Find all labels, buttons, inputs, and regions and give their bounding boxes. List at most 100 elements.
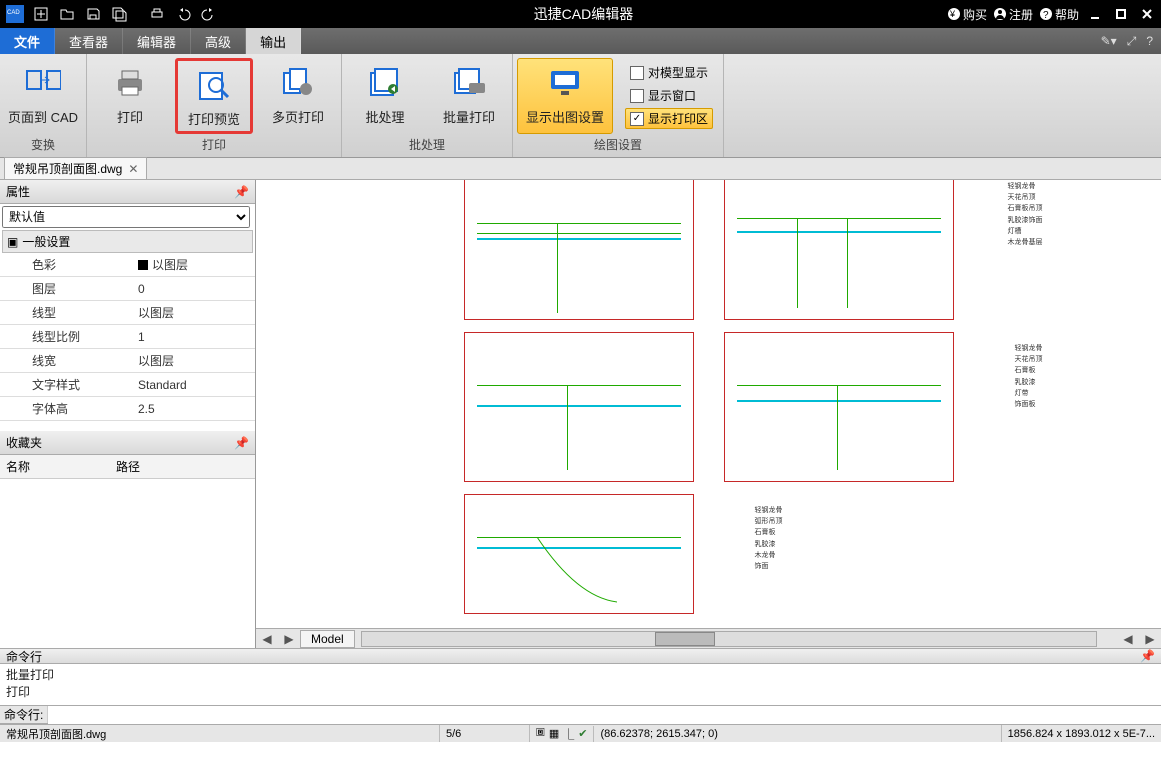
prop-row-lts[interactable]: 线型比例1: [0, 325, 255, 349]
help-icon[interactable]: ?: [1146, 34, 1153, 48]
opt-printzone-display[interactable]: ✓显示打印区: [625, 108, 713, 129]
drawing-tile: 轻钢龙骨天花吊顶石膏板吊顶乳胶漆饰面灯槽木龙骨基层: [724, 180, 954, 320]
buy-button[interactable]: ¥购买: [947, 6, 987, 23]
ribbon-group-batch: 批处理 批量打印 批处理: [342, 54, 513, 157]
group-batch-label: 批处理: [342, 134, 512, 157]
checkbox-icon: [630, 89, 644, 103]
batch-label: 批处理: [365, 107, 404, 126]
prop-row-textstyle[interactable]: 文字样式Standard: [0, 373, 255, 397]
opt-window-display[interactable]: 显示窗口: [625, 85, 713, 106]
document-tab-label: 常规吊顶剖面图.dwg: [13, 160, 122, 177]
status-filename: 常规吊顶剖面图.dwg: [0, 725, 440, 742]
model-tab[interactable]: Model: [300, 630, 355, 648]
document-tab[interactable]: 常规吊顶剖面图.dwg ✕: [4, 157, 147, 179]
monitor-icon: [547, 65, 583, 101]
prop-row-textheight[interactable]: 字体高2.5: [0, 397, 255, 421]
close-icon[interactable]: ✕: [128, 162, 138, 176]
opt-window-label: 显示窗口: [648, 87, 696, 104]
tab-file[interactable]: 文件: [0, 28, 55, 54]
redo-icon[interactable]: [198, 3, 220, 25]
status-extents: 1856.824 x 1893.012 x 5E-7...: [1002, 725, 1161, 742]
pin-icon[interactable]: 📌: [1140, 649, 1155, 663]
default-select[interactable]: 默认值: [2, 206, 250, 228]
saveall-icon[interactable]: [108, 3, 130, 25]
ribbon-end-icons: ✎▾ ⤢ ?: [1101, 28, 1161, 54]
batch-button[interactable]: 批处理: [346, 58, 424, 134]
command-history-line: 批量打印: [6, 666, 1155, 683]
printer-icon: [112, 65, 148, 101]
plot-display-options: 对模型显示 显示窗口 ✓显示打印区: [619, 58, 719, 134]
status-bar: 常规吊顶剖面图.dwg 5/6 🞖 ▦ ⎿ ✔ (86.62378; 2615.…: [0, 724, 1161, 742]
app-icon[interactable]: CAD: [4, 3, 26, 25]
command-input[interactable]: [48, 706, 1161, 724]
tab-viewer[interactable]: 查看器: [55, 28, 123, 54]
maximize-button[interactable]: [1111, 4, 1131, 24]
status-coords: (86.62378; 2615.347; 0): [594, 725, 1001, 742]
tab-prev-icon[interactable]: ◀: [256, 632, 278, 646]
properties-selector[interactable]: 默认值: [2, 206, 253, 228]
scroll-right-icon[interactable]: ▶: [1139, 632, 1161, 646]
fav-col-path[interactable]: 路径: [110, 455, 146, 478]
prop-row-linetype[interactable]: 线型以图层: [0, 301, 255, 325]
fav-col-name[interactable]: 名称: [0, 455, 110, 478]
tab-spacer: [301, 28, 1101, 54]
prop-row-lw[interactable]: 线宽以图层: [0, 349, 255, 373]
group-plot-label: 绘图设置: [513, 134, 723, 157]
open-icon[interactable]: [56, 3, 78, 25]
print-preview-button[interactable]: 打印预览: [175, 58, 253, 134]
grid-icon[interactable]: ▦: [549, 727, 559, 740]
close-button[interactable]: [1137, 4, 1157, 24]
scroll-left-icon[interactable]: ◀: [1117, 632, 1139, 646]
pin-icon[interactable]: 📌: [234, 436, 249, 450]
group-transform-label: 变换: [0, 134, 86, 157]
properties-header: 属性 📌: [0, 180, 255, 204]
plot-settings-button[interactable]: 显示出图设置: [517, 58, 613, 134]
drawing-tile: 轻钢龙骨天花吊顶石膏板乳胶漆灯带饰面板: [724, 332, 954, 482]
undo-icon[interactable]: [172, 3, 194, 25]
batch-print-button[interactable]: 批量打印: [430, 58, 508, 134]
ortho-icon[interactable]: ⎿: [563, 726, 574, 742]
drawing-tile: 轻钢龙骨石膏板乳胶漆木龙骨灯槽饰面板: [464, 332, 694, 482]
tab-output[interactable]: 输出: [246, 28, 301, 54]
buy-label: 购买: [963, 6, 987, 23]
document-tab-bar: 常规吊顶剖面图.dwg ✕: [0, 158, 1161, 180]
canvas-wrap: ━ ❐ ✕ 轻钢龙骨天花吊顶石膏板吊顶乳胶漆饰面木龙骨基层: [256, 180, 1161, 648]
general-section[interactable]: ▣ 一般设置: [2, 230, 253, 253]
opt-model-display[interactable]: 对模型显示: [625, 62, 713, 83]
page-to-cad-button[interactable]: 页面到 CAD: [4, 58, 82, 134]
quick-access-toolbar: CAD: [4, 3, 220, 25]
prop-row-layer[interactable]: 图层0: [0, 277, 255, 301]
multipage-print-button[interactable]: 多页打印: [259, 58, 337, 134]
tab-advanced[interactable]: 高级: [191, 28, 246, 54]
new-icon[interactable]: [30, 3, 52, 25]
print-button[interactable]: 打印: [91, 58, 169, 134]
save-icon[interactable]: [82, 3, 104, 25]
page-to-cad-label: 页面到 CAD: [8, 107, 78, 126]
drawing-tile: 轻钢龙骨天花吊顶石膏板吊顶乳胶漆饰面木龙骨基层: [464, 180, 694, 320]
tab-next-icon[interactable]: ▶: [278, 632, 300, 646]
tab-editor[interactable]: 编辑器: [123, 28, 191, 54]
opt-printzone-label: 显示打印区: [648, 110, 708, 127]
horizontal-scrollbar[interactable]: [361, 631, 1097, 647]
pin-icon[interactable]: 📌: [234, 185, 249, 199]
style-icon[interactable]: ✎▾: [1101, 34, 1117, 48]
command-input-row: 命令行:: [0, 706, 1161, 724]
expand-icon[interactable]: ⤢: [1127, 34, 1137, 49]
command-prompt-label: 命令行:: [0, 706, 48, 723]
status-toggles: 🞖 ▦ ⎿ ✔: [530, 726, 594, 742]
drawing-canvas[interactable]: 轻钢龙骨天花吊顶石膏板吊顶乳胶漆饰面木龙骨基层 轻钢龙骨天花吊顶石膏板吊顶乳胶漆…: [256, 180, 1161, 628]
scrollbar-thumb[interactable]: [655, 632, 715, 646]
ribbon-group-transform: 页面到 CAD 变换: [0, 54, 87, 157]
minimize-button[interactable]: [1085, 4, 1105, 24]
app-title: 迅捷CAD编辑器: [220, 4, 947, 24]
osnap-icon[interactable]: ✔: [578, 727, 587, 740]
model-tab-bar: ◀ ▶ Model ◀ ▶: [256, 628, 1161, 648]
help-button[interactable]: ?帮助: [1039, 6, 1079, 23]
print-icon[interactable]: [146, 3, 168, 25]
status-page: 5/6: [440, 725, 530, 742]
ribbon: 页面到 CAD 变换 打印 打印预览 多页打印 打印 批处理: [0, 54, 1161, 158]
register-button[interactable]: 注册: [993, 6, 1033, 23]
svg-text:CAD: CAD: [7, 10, 20, 16]
prop-row-color[interactable]: 色彩以图层: [0, 253, 255, 277]
snap-icon[interactable]: 🞖: [536, 727, 545, 740]
